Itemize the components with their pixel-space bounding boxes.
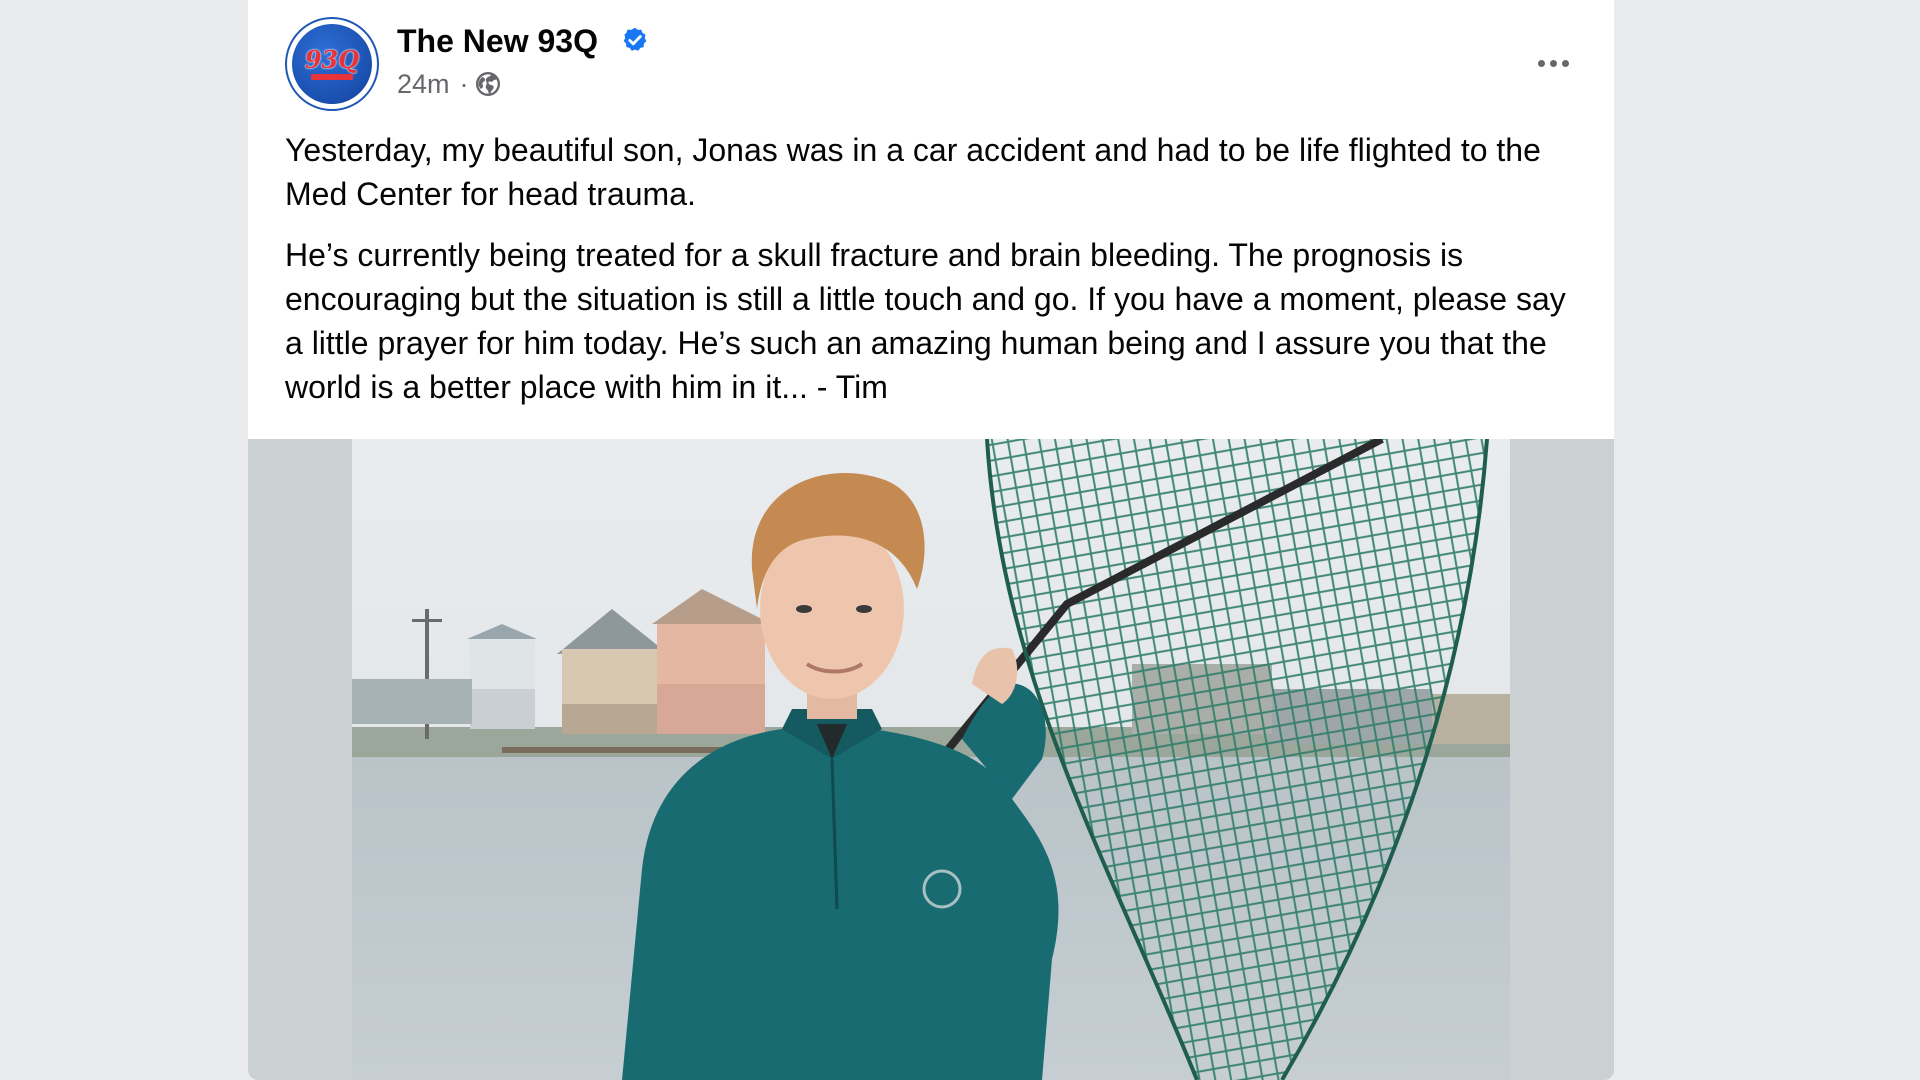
globe-icon[interactable]	[475, 71, 501, 97]
logo-banner	[311, 74, 353, 80]
post-paragraph: Yesterday, my beautiful son, Jonas was i…	[285, 132, 1541, 212]
post-paragraph: He’s currently being treated for a skull…	[285, 237, 1566, 405]
meta-separator: ·	[459, 68, 469, 99]
post-timestamp[interactable]: 24m	[397, 67, 450, 101]
station-logo: 93Q	[292, 24, 372, 104]
more-dot	[1561, 59, 1569, 67]
more-dot	[1549, 59, 1557, 67]
post-photo-frame[interactable]	[248, 439, 1614, 1080]
more-dot	[1537, 59, 1545, 67]
more-options-button[interactable]	[1531, 45, 1575, 81]
logo-text: 93Q	[304, 45, 360, 74]
verified-badge-icon	[623, 27, 647, 51]
post-photo[interactable]	[352, 439, 1510, 1080]
facebook-post-card: 93Q The New 93Q 24m · Yesterday, my beau…	[248, 0, 1614, 1080]
page-name-link[interactable]: The New 93Q	[397, 21, 598, 61]
page-avatar[interactable]: 93Q	[285, 17, 379, 111]
post-meta: 24m ·	[397, 67, 501, 101]
post-body: Yesterday, my beautiful son, Jonas was i…	[285, 128, 1585, 426]
post-header: 93Q The New 93Q 24m ·	[285, 17, 1575, 113]
